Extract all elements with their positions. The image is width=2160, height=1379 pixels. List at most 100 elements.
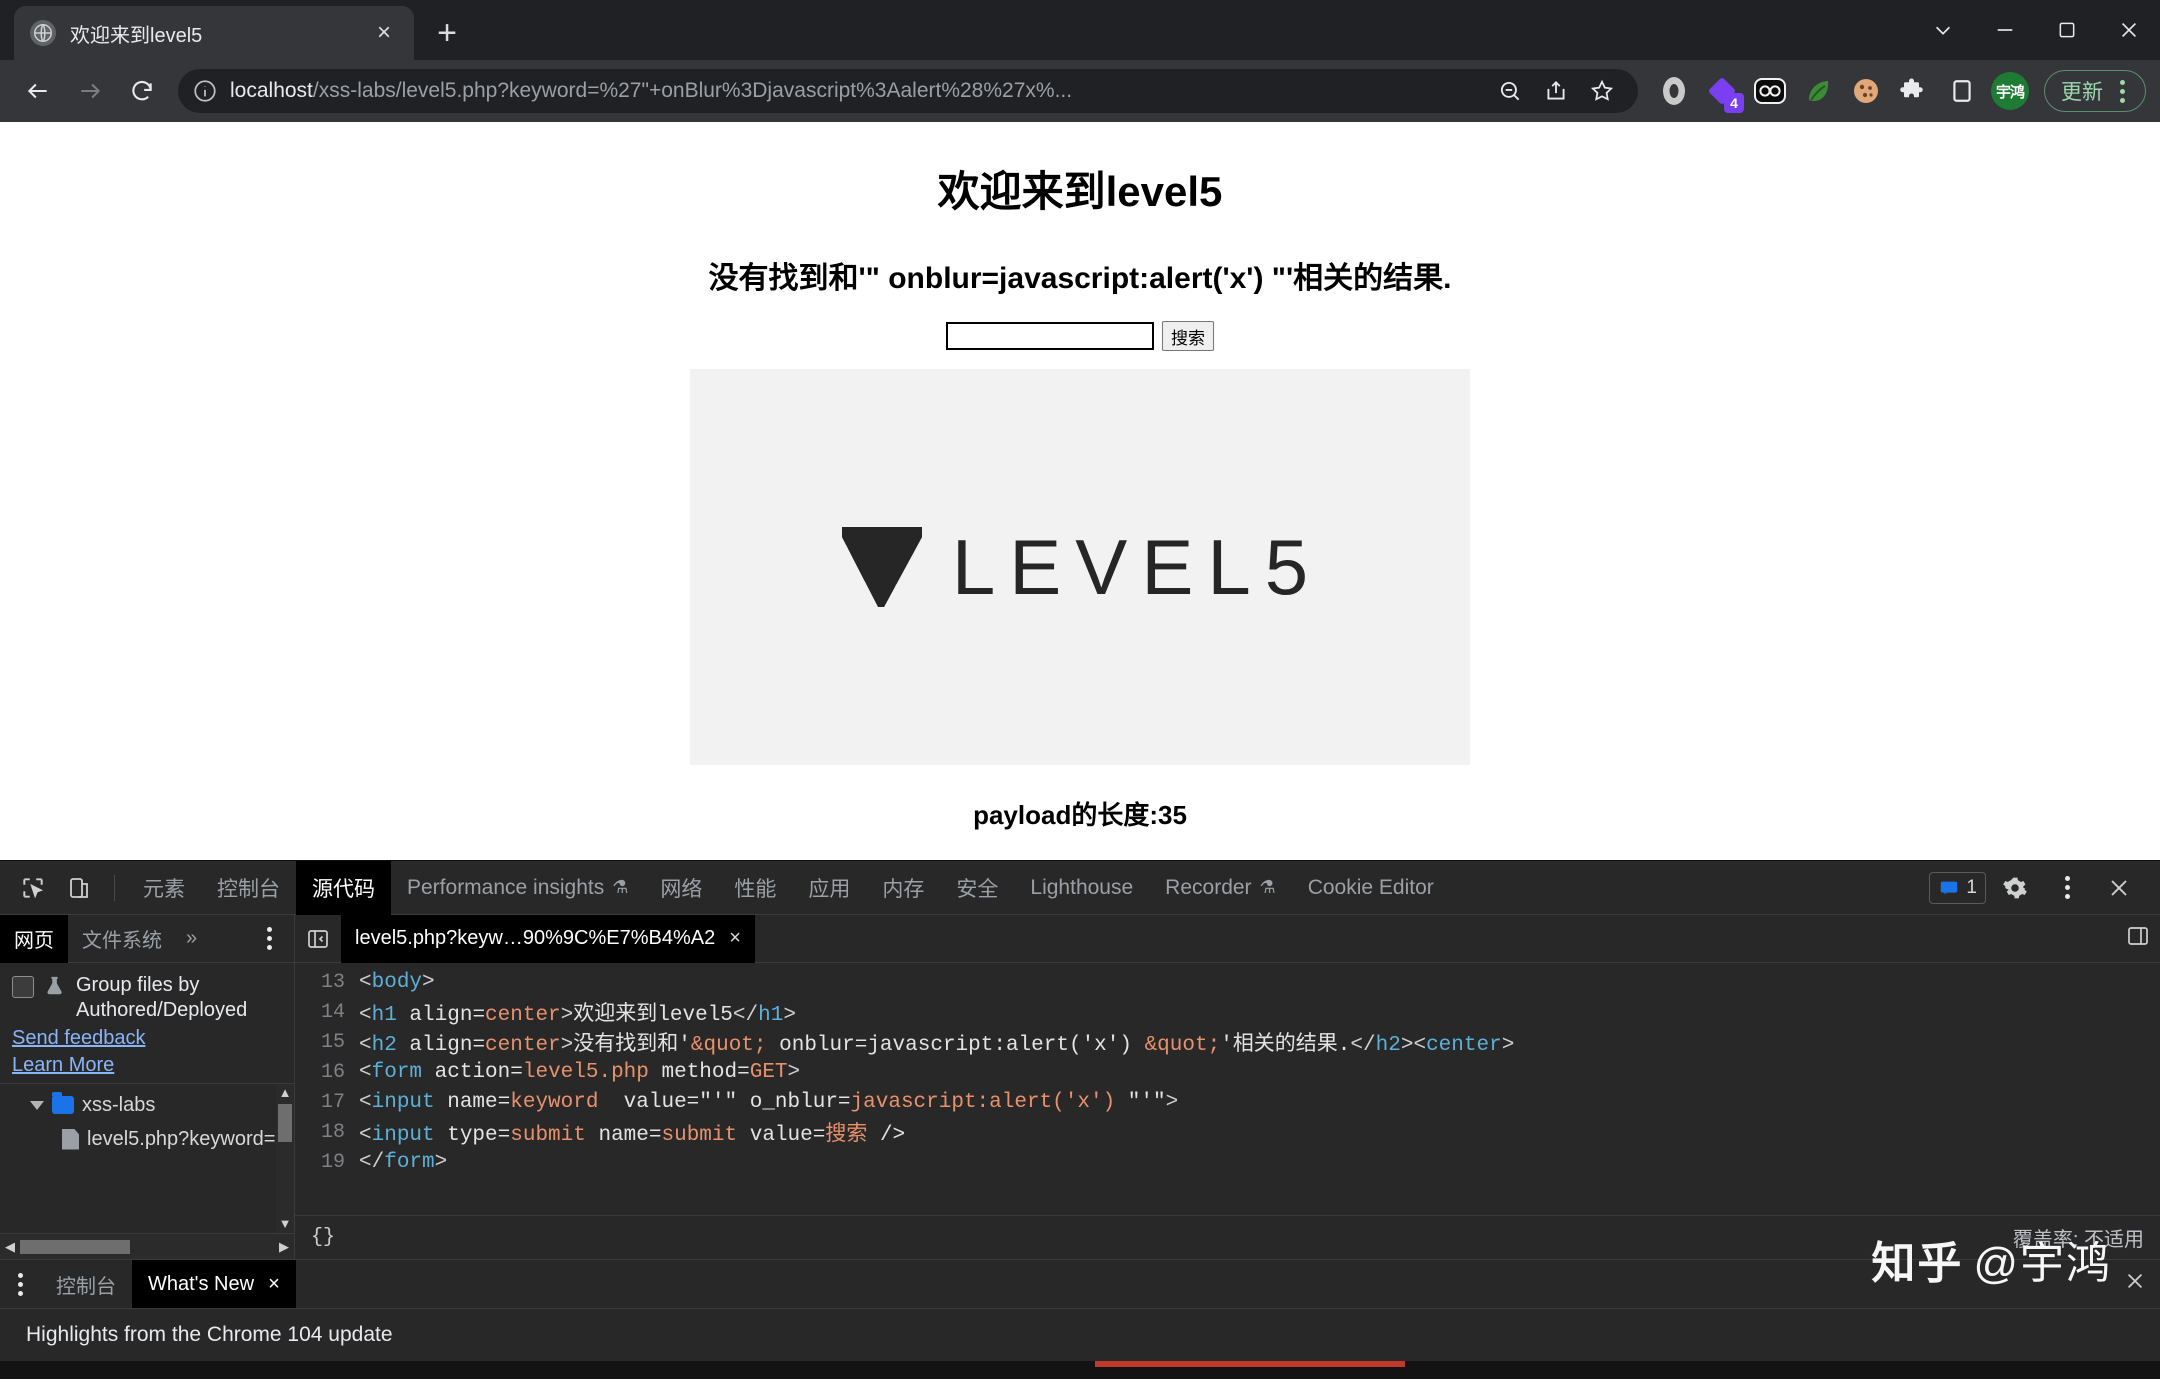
devtools-tab-application[interactable]: 应用 (792, 861, 866, 915)
update-label: 更新 (2061, 81, 2103, 104)
devtools-panel: 元素 控制台 源代码 Performance insights ⚗ 网络 性能 … (0, 860, 2160, 1379)
purple-diamond-extension-icon[interactable]: 4 (1700, 69, 1744, 113)
avatar[interactable]: 宇鸿 (1988, 69, 2032, 113)
learn-more-link[interactable]: Learn More (12, 1054, 284, 1077)
info-circle-icon[interactable] (192, 78, 218, 104)
editor-tab-close-icon[interactable]: × (729, 927, 741, 950)
window-controls (1912, 0, 2160, 60)
drawer-tab-label: What's New (148, 1272, 255, 1295)
devtools-tab-cookie-editor[interactable]: Cookie Editor (1292, 861, 1450, 915)
drawer-tab-whats-new[interactable]: What's New × (132, 1260, 296, 1308)
browser-tab[interactable]: 欢迎来到level5 × (14, 6, 414, 60)
scroll-right-icon[interactable]: ▶ (274, 1239, 294, 1255)
devtools-tab-memory[interactable]: 内存 (866, 861, 940, 915)
chevron-down-icon[interactable] (1912, 1, 1974, 59)
tree-row-folder[interactable]: xss-labs (0, 1088, 294, 1122)
forward-arrow-icon[interactable] (66, 67, 114, 115)
search-result-message: 没有找到和'" onblur=javascript:alert('x') "'相… (708, 262, 1452, 295)
share-icon[interactable] (1534, 69, 1578, 113)
navigator-more-tabs-icon[interactable]: » (176, 927, 207, 950)
search-form: 搜索 (0, 321, 2160, 351)
chevron-down-icon[interactable] (30, 1100, 44, 1110)
devtools-tab-network[interactable]: 网络 (644, 861, 718, 915)
tree-vertical-scrollbar[interactable]: ▲ ▼ (276, 1084, 294, 1233)
search-input[interactable] (946, 322, 1154, 350)
minimize-icon[interactable] (1974, 1, 2036, 59)
device-toolbar-icon[interactable] (56, 865, 102, 911)
flask-icon (44, 973, 66, 999)
update-button[interactable]: 更新 (2044, 70, 2146, 112)
devtools-tab-elements[interactable]: 元素 (127, 861, 201, 915)
devtools-tab-console[interactable]: 控制台 (201, 861, 296, 915)
puzzle-extensions-icon[interactable] (1892, 69, 1936, 113)
line-content: <body> (359, 970, 435, 994)
close-icon[interactable] (2096, 865, 2142, 911)
file-icon (62, 1128, 79, 1150)
maximize-icon[interactable] (2036, 1, 2098, 59)
reload-icon[interactable] (118, 67, 166, 115)
devtools-tab-recorder[interactable]: Recorder ⚗ (1149, 861, 1292, 915)
line-content: <input type=submit name=submit value=搜索 … (359, 1124, 906, 1147)
group-files-label: Group files by Authored/Deployed (76, 974, 248, 1021)
navigator-tab-filesystem[interactable]: 文件系统 (68, 915, 176, 963)
send-feedback-link[interactable]: Send feedback (12, 1027, 284, 1050)
editor-tabbar: level5.php?keyw…90%9C%E7%B4%A2 × (295, 914, 2160, 963)
devtools-tab-performance-insights[interactable]: Performance insights ⚗ (391, 861, 644, 915)
navigator-menu-icon[interactable] (252, 920, 286, 958)
drawer-menu-icon[interactable] (0, 1265, 40, 1303)
more-tabs-icon[interactable] (2126, 924, 2160, 953)
cookie-extension-icon[interactable] (1844, 69, 1888, 113)
devtools-tab-security[interactable]: 安全 (940, 861, 1014, 915)
scroll-up-icon[interactable]: ▲ (279, 1084, 292, 1102)
new-tab-button[interactable]: + (424, 10, 470, 56)
goggles-extension-icon[interactable] (1748, 69, 1792, 113)
ring-extension-icon[interactable] (1652, 69, 1696, 113)
code-line: 19 </form> (295, 1147, 2160, 1177)
line-number: 15 (320, 1030, 345, 1054)
devtools-tab-lighthouse[interactable]: Lighthouse (1014, 861, 1149, 915)
tree-row-file[interactable]: level5.php?keyword=% (0, 1122, 294, 1156)
group-files-checkbox[interactable] (12, 976, 34, 998)
devtools-tab-performance[interactable]: 性能 (718, 861, 792, 915)
devtools-tab-sources[interactable]: 源代码 (296, 860, 391, 915)
tab-close-icon[interactable]: × (370, 19, 398, 47)
extension-badge-count: 4 (1724, 93, 1744, 113)
scroll-down-icon[interactable]: ▼ (279, 1215, 292, 1233)
address-bar[interactable]: localhost/xss-labs/level5.php?keyword=%2… (178, 69, 1638, 113)
message-icon (1941, 881, 1958, 894)
close-icon[interactable] (2124, 1270, 2160, 1298)
flask-icon: ⚗ (1259, 877, 1276, 897)
line-content: <h2 align=center>没有找到和'&quot; onblur=jav… (359, 1034, 1515, 1057)
zoom-out-icon[interactable] (1488, 69, 1532, 113)
tree-horizontal-scrollbar[interactable]: ◀ ▶ (0, 1233, 294, 1259)
inspect-element-icon[interactable] (10, 865, 56, 911)
line-number: 14 (320, 1000, 345, 1024)
navigator-tab-page[interactable]: 网页 (0, 914, 68, 963)
level5-v-mark-icon (841, 527, 922, 609)
drawer-tab-close-icon[interactable]: × (268, 1273, 280, 1296)
code-editor[interactable]: 13 <body> 14 <h1 align=center>欢迎来到level5</… (295, 963, 2160, 1215)
editor-tab[interactable]: level5.php?keyw…90%9C%E7%B4%A2 × (341, 914, 755, 963)
scrollbar-thumb[interactable] (20, 1239, 130, 1254)
back-arrow-icon[interactable] (14, 67, 62, 115)
kebab-menu-icon[interactable] (2105, 72, 2139, 110)
scroll-left-icon[interactable]: ◀ (0, 1239, 20, 1255)
level5-logo-image: LEVEL5 (690, 369, 1470, 765)
gear-icon[interactable] (1992, 865, 2038, 911)
kebab-menu-icon[interactable] (2044, 865, 2090, 911)
close-icon[interactable] (2098, 1, 2160, 59)
drawer-tab-console[interactable]: 控制台 (40, 1260, 132, 1308)
line-number: 13 (320, 970, 345, 994)
show-navigator-icon[interactable] (295, 916, 341, 962)
scrollbar-thumb[interactable] (278, 1104, 292, 1142)
code-line: 14 <h1 align=center>欢迎来到level5</h1> (295, 997, 2160, 1028)
side-panel-icon[interactable] (1940, 69, 1984, 113)
search-submit-button[interactable]: 搜索 (1162, 321, 1214, 351)
green-leaf-extension-icon[interactable] (1796, 69, 1840, 113)
line-number: 17 (320, 1090, 345, 1114)
format-button[interactable]: {} (311, 1226, 335, 1249)
sources-navigator-pane: 网页 文件系统 » Group files by Authored/Deploy… (0, 914, 295, 1259)
line-content: <form action=level5.php method=GET> (359, 1060, 801, 1084)
star-icon[interactable] (1580, 69, 1624, 113)
message-count-badge[interactable]: 1 (1929, 871, 1986, 904)
